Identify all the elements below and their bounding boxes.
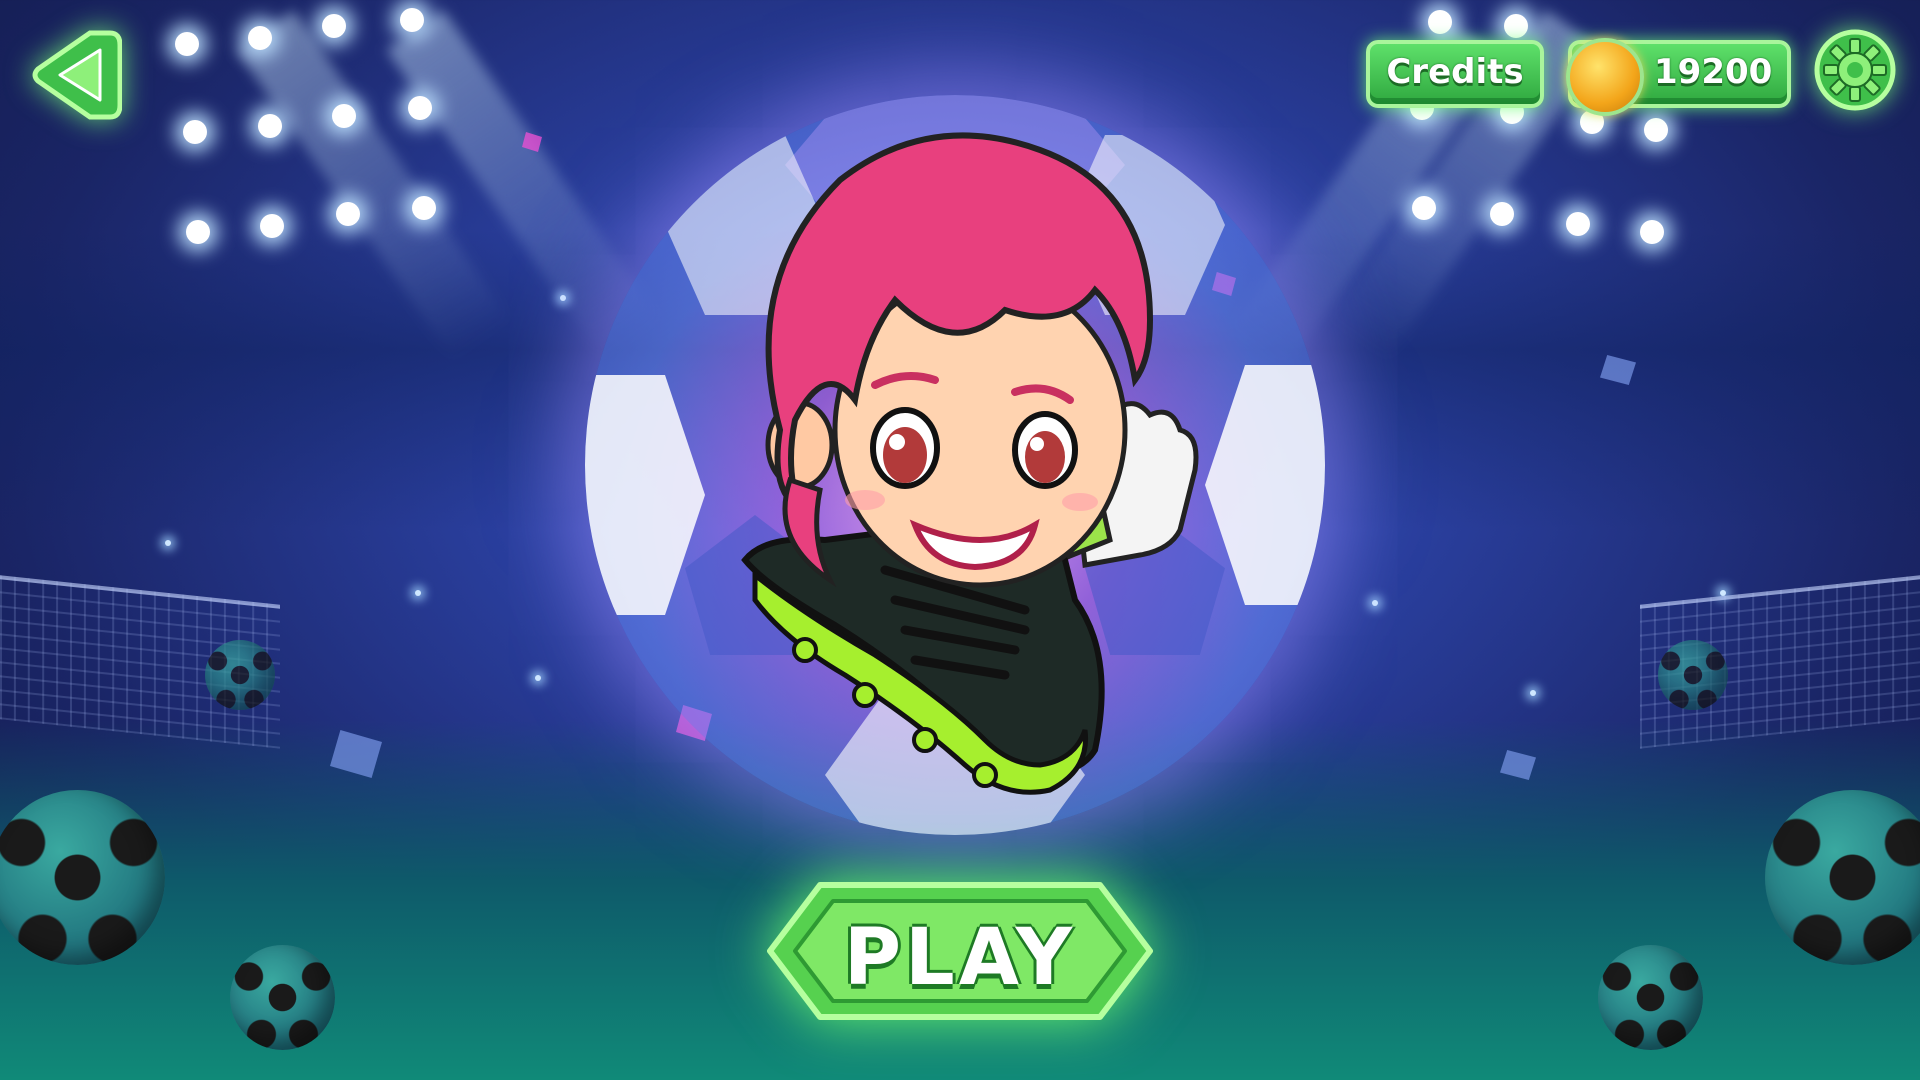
soccer-ball [1598,945,1703,1050]
sparkle [1372,600,1378,606]
stadium-lamp [400,8,424,32]
sparkle [415,590,421,596]
sparkle [165,540,171,546]
stadium-lamp [1412,196,1436,220]
coin-counter: 19200 [1566,38,1791,116]
sparkle [1530,690,1536,696]
stadium-lamp [412,196,436,220]
stadium-lamp [1640,220,1664,244]
stadium-lamp [186,220,210,244]
stadium-lamp [1566,212,1590,236]
sparkle [560,295,566,301]
character-head [765,132,1154,588]
gear-icon [1814,29,1896,111]
stadium-lamp [1428,10,1452,34]
soccer-ball [230,945,335,1050]
stadium-lamp [248,26,272,50]
stadium-lamp [322,14,346,38]
soccer-ball [1658,640,1728,710]
stadium-lamp [336,202,360,226]
stadium-lamp [183,120,207,144]
play-button[interactable]: PLAY [765,877,1155,1025]
credits-button[interactable]: Credits [1366,40,1544,108]
settings-button[interactable] [1812,27,1898,113]
stadium-lamp [1504,14,1528,38]
stadium-lamp [258,114,282,138]
back-arrow-icon [32,30,122,120]
coin-icon [1566,38,1644,116]
player-character [741,132,1199,795]
credits-label: Credits [1386,52,1524,92]
sparkle [535,675,541,681]
coin-count: 19200 [1654,52,1773,92]
stadium-lamp [1490,202,1514,226]
stadium-lamp [332,104,356,128]
stadium-lamp [1644,118,1668,142]
soccer-ball [205,640,275,710]
play-label: PLAY [843,913,1077,1003]
stadium-lamp [408,96,432,120]
back-button[interactable] [30,25,122,125]
stadium-lamp [260,214,284,238]
ball-panel [585,375,705,615]
stadium-lamp [175,32,199,56]
